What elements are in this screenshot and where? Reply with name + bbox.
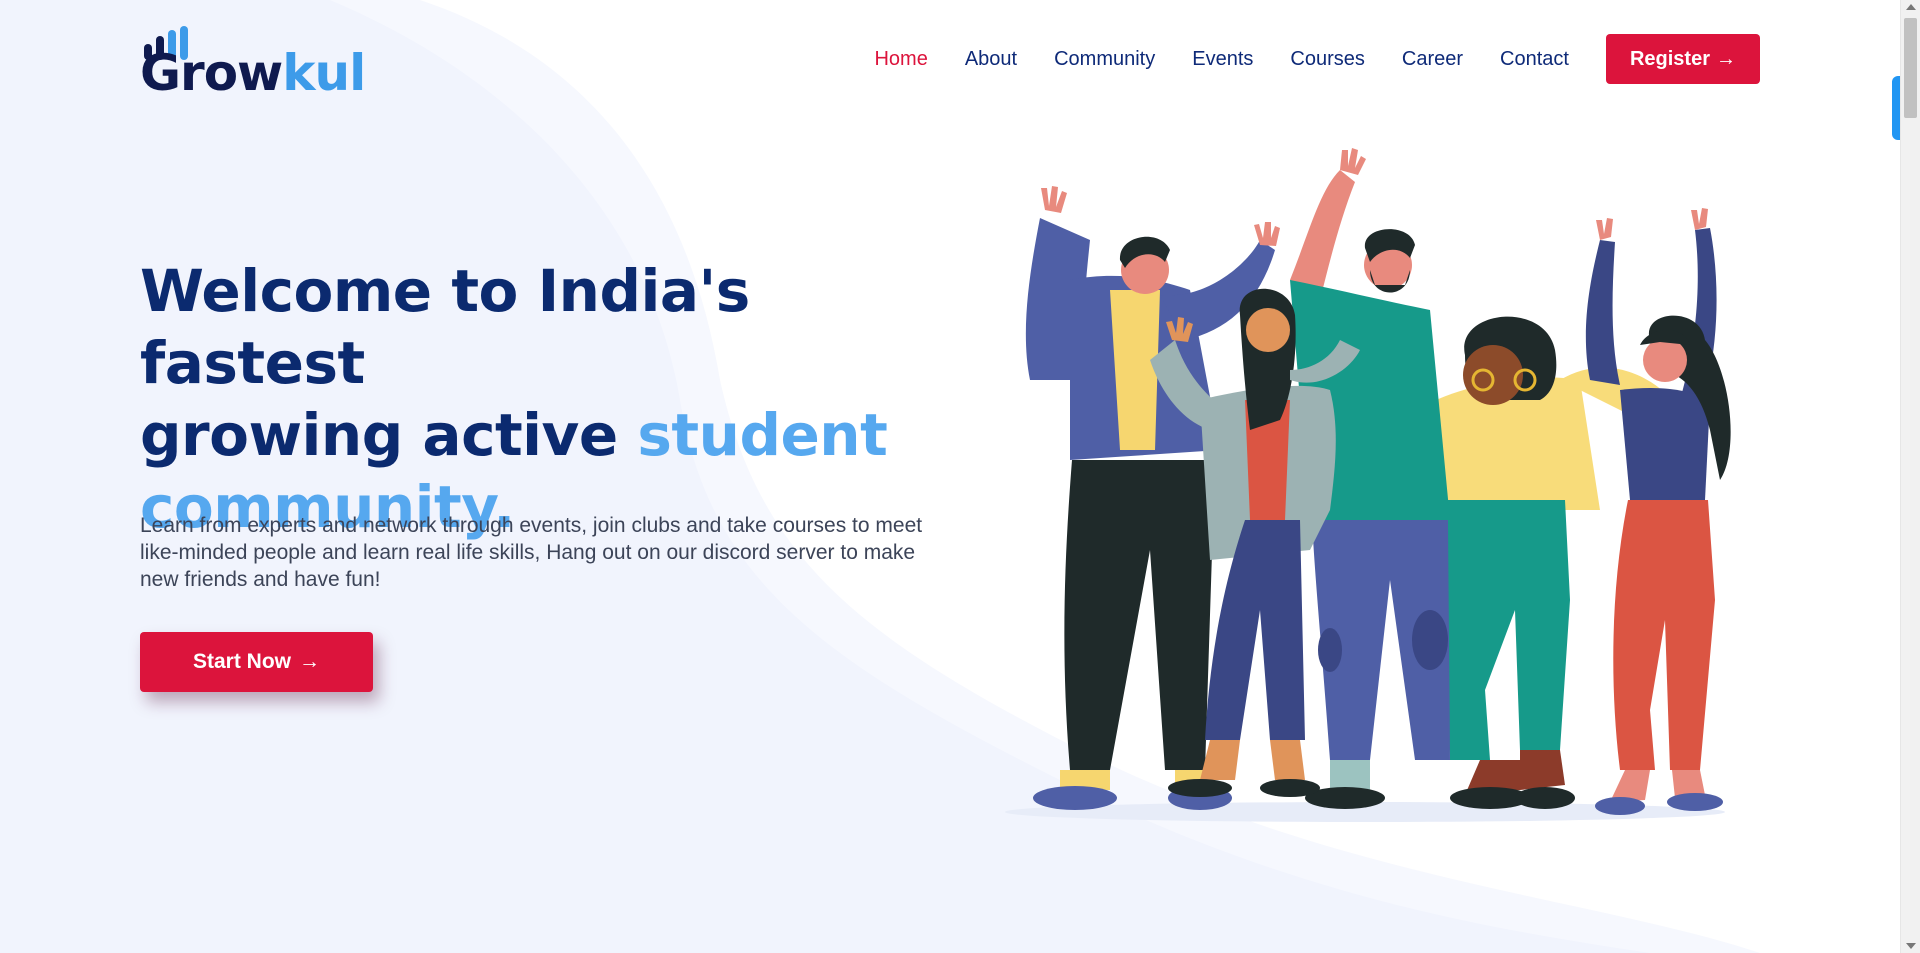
nav-community[interactable]: Community	[1054, 48, 1155, 71]
scroll-down-arrow-icon[interactable]	[1906, 943, 1916, 949]
hero-description: Learn from experts and network through e…	[140, 514, 923, 591]
nav-events[interactable]: Events	[1192, 48, 1253, 71]
start-now-label: Start Now	[192, 650, 291, 673]
nav-courses[interactable]: Courses	[1290, 48, 1364, 71]
logo-text-grow: Grow	[140, 44, 283, 102]
person-navy-top-woman	[1585, 208, 1731, 815]
nav-about[interactable]: About	[965, 48, 1017, 71]
start-now-button[interactable]: Start Now →	[140, 632, 373, 692]
nav-home[interactable]: Home	[874, 48, 927, 71]
arrow-right-icon: →	[1716, 47, 1736, 70]
hero-title-line2: growing active	[140, 401, 638, 469]
page-scrollbar[interactable]	[1900, 0, 1920, 953]
logo-text-kul: kul	[282, 44, 366, 102]
nav-contact[interactable]: Contact	[1500, 48, 1569, 71]
hero-title-line1: Welcome to India's fastest	[140, 257, 750, 397]
side-feedback-tab[interactable]	[1892, 76, 1900, 140]
logo-wordmark: Growkul	[140, 48, 366, 100]
scroll-up-arrow-icon[interactable]	[1906, 4, 1916, 10]
hero-title-accent-student: student	[637, 401, 888, 469]
nav-career[interactable]: Career	[1402, 48, 1463, 71]
hero-title: Welcome to India's fastest growing activ…	[140, 255, 960, 543]
page-viewport: Growkul Home About Community Events Cour…	[0, 0, 1900, 953]
scrollbar-thumb[interactable]	[1904, 18, 1917, 118]
register-button[interactable]: Register →	[1605, 34, 1760, 84]
main-navigation: Home About Community Events Courses Care…	[837, 34, 1760, 84]
growkul-logo[interactable]: Growkul	[140, 22, 390, 100]
register-button-label: Register	[1629, 47, 1710, 70]
arrow-right-icon: →	[299, 650, 320, 673]
students-celebrating-illustration	[1005, 148, 1731, 822]
